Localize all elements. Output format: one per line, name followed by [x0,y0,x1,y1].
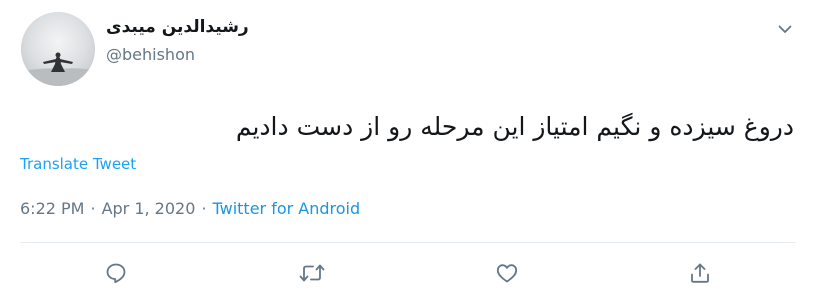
divider [20,242,796,243]
tweet-metadata: 6:22 PM · Apr 1, 2020 · Twitter for Android [20,197,360,221]
tweet-source-link[interactable]: Twitter for Android [213,199,361,218]
more-options-button[interactable] [774,18,796,40]
share-button[interactable] [682,255,718,291]
display-name[interactable]: رشیدالدین میبدی [106,15,249,39]
like-button[interactable] [489,255,525,291]
avatar[interactable] [21,12,95,86]
user-info: رشیدالدین میبدی @behishon [106,15,406,65]
meta-separator: · [90,199,96,218]
share-icon [691,263,709,283]
retweet-icon [299,264,325,282]
tweet-time[interactable]: 6:22 PM [20,199,84,218]
retweet-button[interactable] [294,255,330,291]
chevron-down-icon [778,25,792,33]
meta-separator: · [201,199,207,218]
heart-icon [496,264,518,283]
reply-button[interactable] [98,255,134,291]
tweet-card: رشیدالدین میبدی @behishon دروغ سیزده و ن… [0,0,816,307]
reply-icon [106,263,126,284]
translate-tweet-link[interactable]: Translate Tweet [20,154,136,174]
action-bar [0,255,816,291]
tweet-text: دروغ سیزده و نگیم امتیاز این مرحله رو از… [235,112,794,141]
user-handle[interactable]: @behishon [106,45,406,65]
tweet-date[interactable]: Apr 1, 2020 [102,199,196,218]
avatar-image [21,12,95,86]
